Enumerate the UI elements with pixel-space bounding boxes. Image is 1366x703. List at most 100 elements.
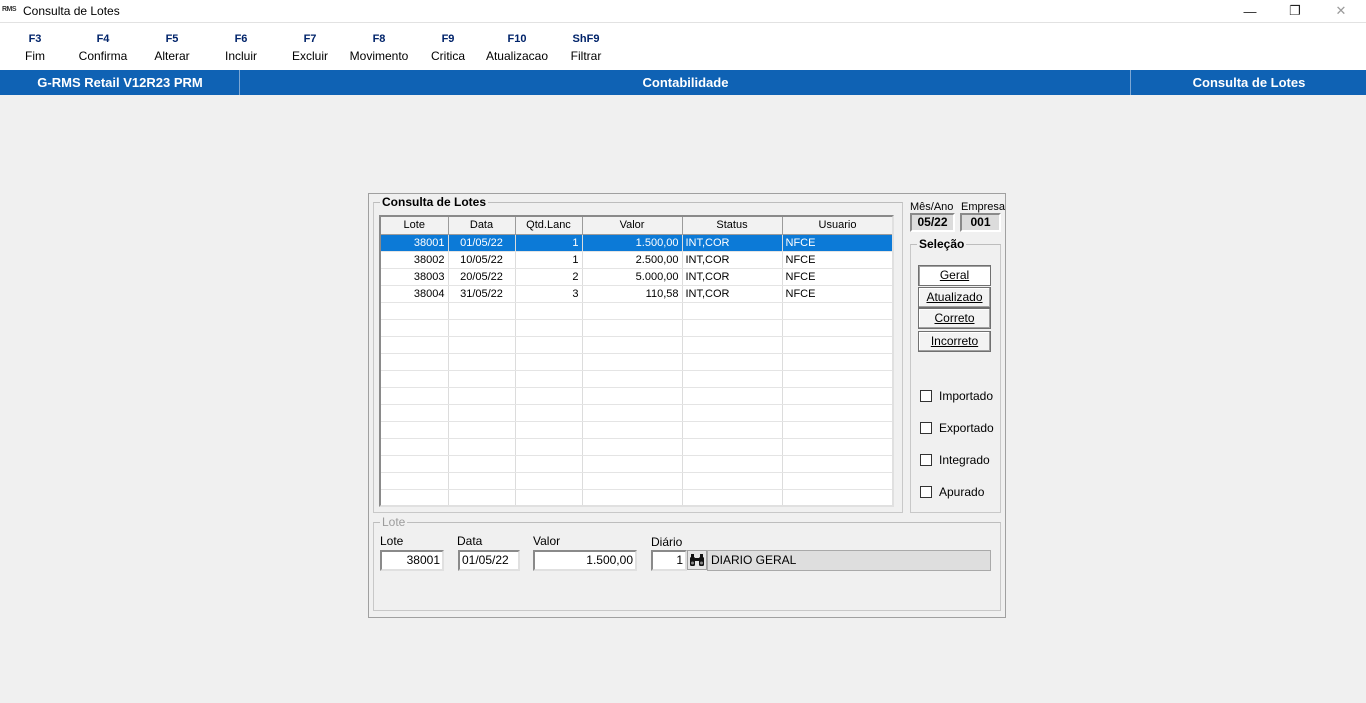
action-label: Movimento — [349, 49, 409, 63]
empty-cell — [515, 353, 583, 371]
geral-button[interactable]: Geral — [918, 265, 991, 286]
col-header-qtd-lanc[interactable]: Qtd.Lanc — [515, 217, 583, 235]
grid-header-row: Lote Data Qtd.Lanc Valor Status Usuario — [381, 217, 892, 235]
empty-row — [381, 370, 892, 388]
action-label: Alterar — [154, 49, 190, 63]
f9-critica-button[interactable]: F9 Critica — [413, 31, 483, 65]
empty-cell — [448, 387, 516, 405]
empty-cell — [448, 489, 516, 505]
empty-cell — [381, 455, 449, 473]
binoculars-icon[interactable] — [687, 550, 707, 570]
checkbox-box[interactable] — [920, 422, 932, 434]
f5-alterar-button[interactable]: F5 Alterar — [137, 31, 207, 65]
data-field[interactable]: 01/05/22 — [458, 550, 520, 571]
empty-cell — [448, 302, 516, 320]
empty-cell — [782, 387, 892, 405]
checkbox-label: Integrado — [939, 453, 990, 467]
integrado-checkbox[interactable]: Integrado — [920, 453, 990, 467]
empty-cell — [582, 472, 683, 490]
cell-data: 10/05/22 — [448, 251, 516, 269]
close-button[interactable]: ✕ — [1318, 0, 1364, 22]
f8-movimento-button[interactable]: F8 Movimento — [344, 31, 414, 65]
importado-checkbox[interactable]: Importado — [920, 389, 993, 403]
empty-cell — [515, 302, 583, 320]
atualizado-button[interactable]: Atualizado — [918, 287, 991, 308]
exportado-checkbox[interactable]: Exportado — [920, 421, 994, 435]
empty-cell — [515, 370, 583, 388]
empty-row — [381, 404, 892, 422]
col-header-data[interactable]: Data — [448, 217, 516, 235]
empty-cell — [582, 387, 683, 405]
title-bar: RMS Consulta de Lotes — ❐ ✕ — [0, 0, 1366, 23]
col-header-usuario[interactable]: Usuario — [782, 217, 892, 235]
col-header-lote[interactable]: Lote — [381, 217, 449, 235]
lote-field[interactable]: 38001 — [380, 550, 444, 571]
checkbox-box[interactable] — [920, 486, 932, 498]
cell-qtd: 2 — [515, 268, 583, 286]
empty-cell — [448, 404, 516, 422]
incorreto-button[interactable]: Incorreto — [918, 331, 991, 352]
correto-button[interactable]: Correto — [918, 308, 991, 329]
empty-cell — [515, 421, 583, 439]
screen-name: Consulta de Lotes — [1192, 75, 1306, 90]
empresa-label: Empresa — [961, 201, 1006, 213]
empty-cell — [582, 455, 683, 473]
lotes-grid[interactable]: Lote Data Qtd.Lanc Valor Status Usuario … — [379, 215, 894, 507]
empty-cell — [782, 404, 892, 422]
action-label: Filtrar — [570, 49, 602, 63]
window-title: Consulta de Lotes — [23, 4, 120, 18]
empty-cell — [682, 387, 783, 405]
table-row[interactable]: 38004 31/05/22 3 110,58 INT,COR NFCE — [381, 285, 892, 303]
empty-cell — [782, 353, 892, 371]
empty-cell — [682, 404, 783, 422]
empresa-value: 001 — [960, 213, 1001, 232]
empty-cell — [782, 370, 892, 388]
empty-cell — [682, 489, 783, 505]
empty-row — [381, 336, 892, 354]
restore-button[interactable]: ❐ — [1272, 0, 1318, 22]
empty-cell — [381, 387, 449, 405]
cell-usuario: NFCE — [782, 251, 892, 269]
action-label: Incluir — [224, 49, 257, 63]
table-row[interactable]: 38002 10/05/22 1 2.500,00 INT,COR NFCE — [381, 251, 892, 269]
cell-data: 31/05/22 — [448, 285, 516, 303]
cell-status: INT,COR — [682, 234, 783, 252]
empty-cell — [782, 472, 892, 490]
apurado-checkbox[interactable]: Apurado — [920, 485, 984, 499]
empty-cell — [515, 404, 583, 422]
empty-cell — [381, 319, 449, 337]
empty-cell — [682, 370, 783, 388]
f3-fim-button[interactable]: F3 Fim — [0, 31, 70, 65]
module-name: Contabilidade — [241, 70, 1131, 95]
empty-cell — [515, 319, 583, 337]
empty-cell — [448, 319, 516, 337]
empty-cell — [682, 319, 783, 337]
f4-confirma-button[interactable]: F4 Confirma — [68, 31, 138, 65]
table-row[interactable]: 38003 20/05/22 2 5.000,00 INT,COR NFCE — [381, 268, 892, 286]
cell-status: INT,COR — [682, 268, 783, 286]
col-header-status[interactable]: Status — [682, 217, 783, 235]
shf9-filtrar-button[interactable]: ShF9 Filtrar — [551, 31, 621, 65]
cell-data: 01/05/22 — [448, 234, 516, 252]
empty-cell — [582, 438, 683, 456]
binoculars-glyph — [690, 553, 704, 566]
table-row[interactable]: 38001 01/05/22 1 1.500,00 INT,COR NFCE — [381, 234, 892, 252]
valor-field[interactable]: 1.500,00 — [533, 550, 637, 571]
f6-incluir-button[interactable]: F6 Incluir — [206, 31, 276, 65]
cell-data: 20/05/22 — [448, 268, 516, 286]
empty-cell — [515, 336, 583, 354]
empty-cell — [448, 438, 516, 456]
diario-field[interactable]: 1 — [651, 550, 687, 571]
empty-cell — [582, 336, 683, 354]
empty-row — [381, 472, 892, 490]
f10-atualizacao-button[interactable]: F10 Atualizacao — [482, 31, 552, 65]
checkbox-box[interactable] — [920, 390, 932, 402]
f7-excluir-button[interactable]: F7 Excluir — [275, 31, 345, 65]
checkbox-box[interactable] — [920, 454, 932, 466]
lote-legend: Lote — [382, 515, 406, 529]
empty-row — [381, 489, 892, 505]
minimize-button[interactable]: — — [1227, 0, 1273, 22]
col-header-valor[interactable]: Valor — [582, 217, 683, 235]
empty-cell — [448, 421, 516, 439]
empty-cell — [582, 421, 683, 439]
